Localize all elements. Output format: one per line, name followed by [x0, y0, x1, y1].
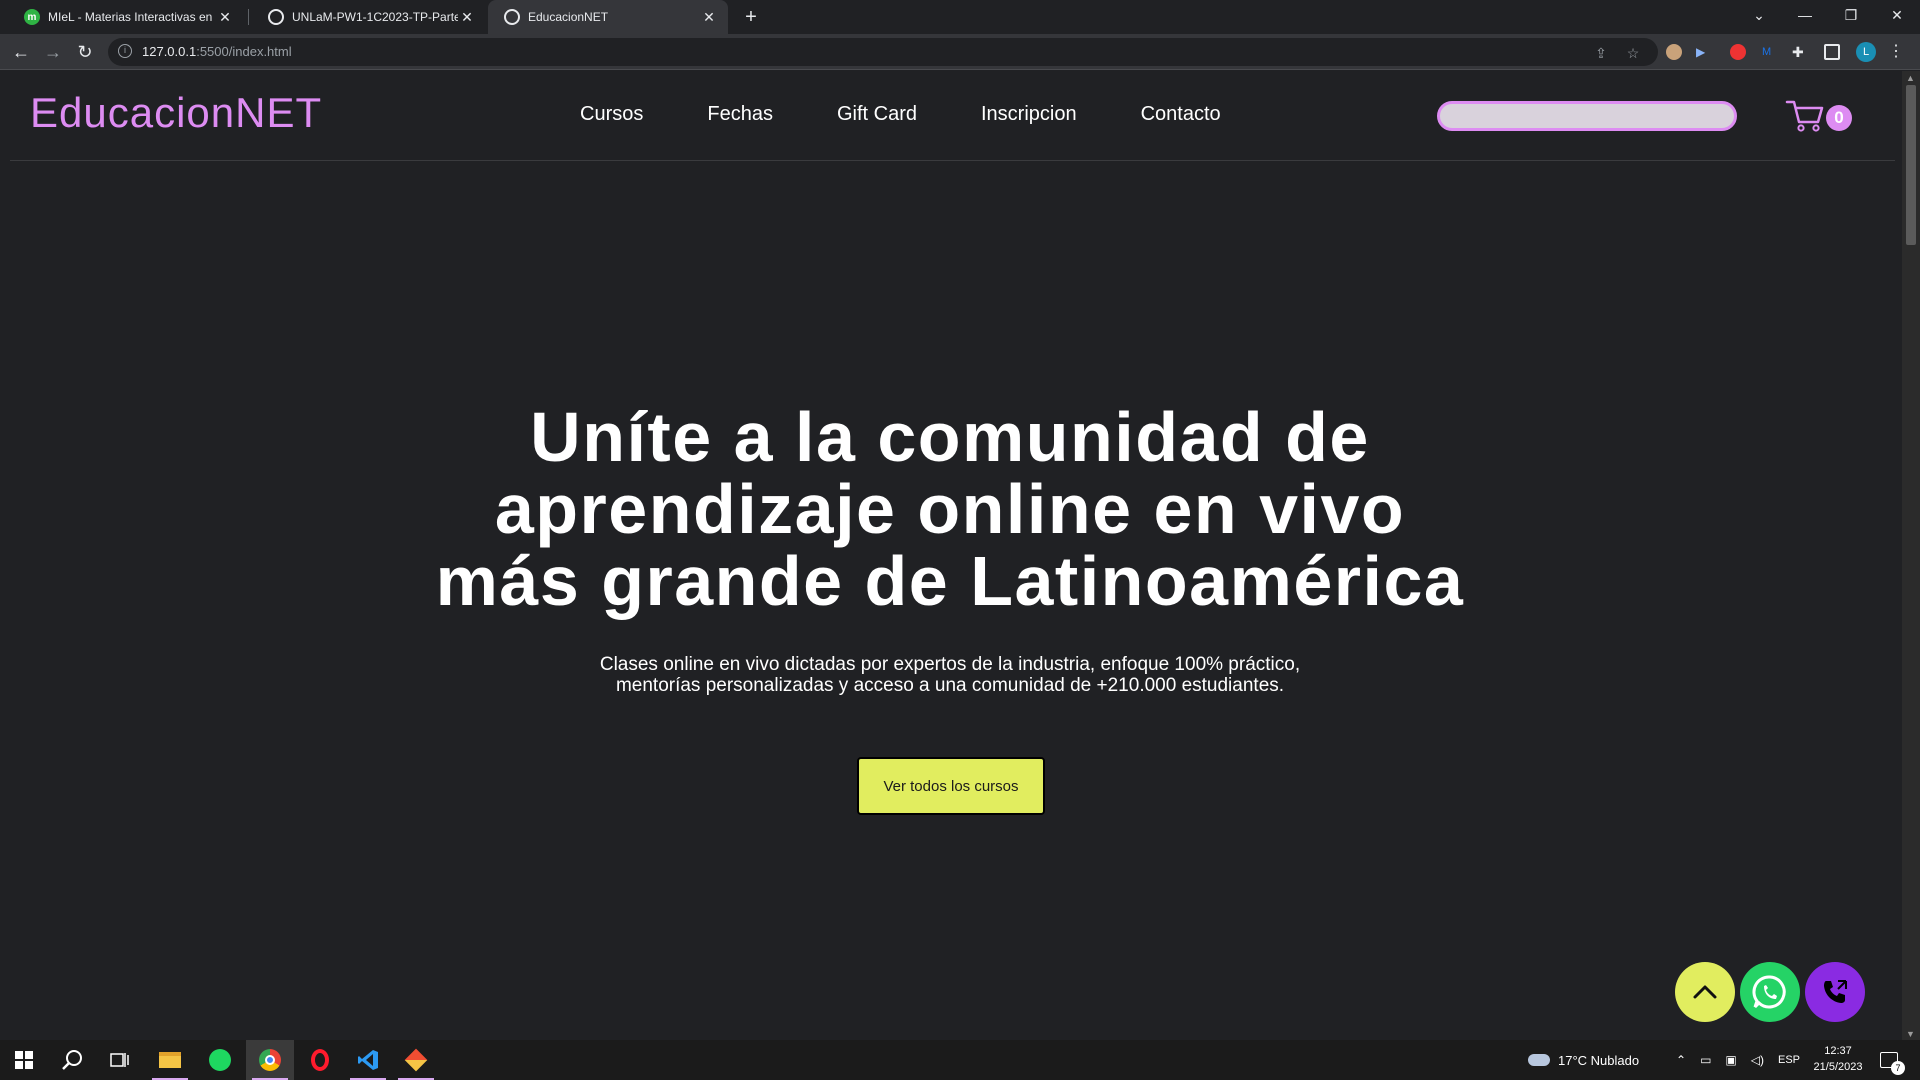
- nav-cursos[interactable]: Cursos: [580, 103, 643, 126]
- cart-count-badge: 0: [1826, 105, 1852, 131]
- volume-icon[interactable]: ◁): [1751, 1053, 1764, 1067]
- page-viewport: EducacionNET Cursos Fechas Gift Card Ins…: [0, 71, 1920, 1041]
- taskbar-spotify[interactable]: [196, 1040, 244, 1080]
- taskbar-opera[interactable]: [296, 1040, 344, 1080]
- tab-search-icon[interactable]: ⌄: [1736, 0, 1782, 34]
- chrome-icon: [259, 1049, 281, 1071]
- reload-button[interactable]: ↻: [72, 39, 98, 65]
- search-input[interactable]: [1437, 101, 1737, 131]
- search-icon: [62, 1050, 82, 1070]
- browser-menu-icon[interactable]: ⋮: [1888, 42, 1904, 62]
- vscode-icon: [358, 1050, 378, 1070]
- folder-icon: [159, 1052, 181, 1068]
- notification-icon: 7: [1880, 1052, 1905, 1075]
- cloud-icon: [1528, 1054, 1550, 1066]
- browser-tab-strip: m MIeL - Materias Interactivas en Lí ✕ U…: [0, 0, 1920, 34]
- miel-favicon-icon: m: [24, 9, 40, 25]
- minimize-button[interactable]: —: [1782, 0, 1828, 34]
- nav-contacto[interactable]: Contacto: [1141, 103, 1221, 126]
- tray-overflow-chevron-icon[interactable]: ⌃: [1676, 1053, 1686, 1067]
- scrollbar-thumb[interactable]: [1906, 85, 1916, 245]
- hero-title: Uníte a la comunidad de aprendizaje onli…: [435, 398, 1465, 620]
- taskbar-git-app[interactable]: [392, 1040, 440, 1080]
- address-bar[interactable]: i 127.0.0.1:5500/index.html ⇪ ☆: [108, 38, 1658, 66]
- view-all-courses-button[interactable]: Ver todos los cursos: [857, 757, 1045, 815]
- notifications-button[interactable]: 7: [1880, 1040, 1905, 1080]
- phone-icon: [1824, 980, 1847, 1003]
- system-tray: ⌃ ▭ ▣ ◁) ESP: [1676, 1040, 1800, 1080]
- hero-subtitle: Clases online en vivo dictadas por exper…: [560, 654, 1340, 696]
- cart-icon[interactable]: [1785, 98, 1825, 134]
- url-text: 127.0.0.1:5500/index.html: [142, 44, 292, 59]
- tab-miel[interactable]: m MIeL - Materias Interactivas en Lí ✕: [8, 0, 244, 34]
- share-icon[interactable]: ⇪: [1592, 44, 1610, 62]
- site-logo[interactable]: EducacionNET: [30, 89, 322, 137]
- scroll-up-arrow-icon[interactable]: ▲: [1906, 73, 1915, 83]
- language-indicator[interactable]: ESP: [1778, 1054, 1800, 1066]
- task-view-icon: [110, 1053, 129, 1067]
- side-panel-icon[interactable]: [1824, 44, 1840, 60]
- close-icon[interactable]: ✕: [216, 9, 234, 26]
- forward-button[interactable]: →: [40, 39, 66, 65]
- bookmark-star-icon[interactable]: ☆: [1624, 44, 1642, 62]
- globe-icon: [268, 9, 284, 25]
- close-window-button[interactable]: ✕: [1874, 0, 1920, 34]
- git-icon: [404, 1048, 428, 1072]
- hero-subtitle-line: Clases online en vivo dictadas por exper…: [599, 654, 1301, 675]
- site-info-icon[interactable]: i: [118, 44, 132, 58]
- notification-count: 7: [1891, 1061, 1905, 1075]
- nav-inscripcion[interactable]: Inscripcion: [981, 103, 1077, 126]
- tab-divider: [248, 9, 249, 25]
- call-button[interactable]: [1805, 962, 1865, 1022]
- meet-now-icon[interactable]: ▭: [1700, 1053, 1711, 1067]
- globe-icon: [504, 9, 520, 25]
- extension-record-icon[interactable]: [1730, 44, 1746, 60]
- start-button[interactable]: [0, 1040, 48, 1080]
- windows-taskbar: 17°C Nublado ⌃ ▭ ▣ ◁) ESP 12:37 21/5/202…: [0, 1040, 1920, 1080]
- extension-play-icon[interactable]: ▶: [1696, 44, 1712, 60]
- task-view-button[interactable]: [96, 1040, 144, 1080]
- extensions-puzzle-icon[interactable]: ✚: [1792, 44, 1808, 60]
- nav-gift-card[interactable]: Gift Card: [837, 103, 917, 126]
- close-icon[interactable]: ✕: [700, 9, 718, 26]
- whatsapp-button[interactable]: [1740, 962, 1800, 1022]
- scroll-top-button[interactable]: [1675, 962, 1735, 1022]
- windows-logo-icon: [15, 1051, 33, 1069]
- taskbar-file-explorer[interactable]: [146, 1040, 194, 1080]
- scroll-down-arrow-icon[interactable]: ▼: [1906, 1029, 1915, 1039]
- spotify-icon: [209, 1049, 231, 1071]
- opera-icon: [311, 1049, 329, 1071]
- extension-m-icon[interactable]: M: [1762, 44, 1778, 60]
- tab-title: MIeL - Materias Interactivas en Lí: [48, 10, 216, 24]
- clock-date: 21/5/2023: [1813, 1061, 1863, 1073]
- page-scrollbar[interactable]: ▲ ▼: [1902, 71, 1920, 1041]
- taskbar-vscode[interactable]: [344, 1040, 392, 1080]
- extension-cookie-icon[interactable]: [1666, 44, 1682, 60]
- main-nav: Cursos Fechas Gift Card Inscripcion Cont…: [580, 103, 1285, 126]
- clock-time: 12:37: [1824, 1045, 1852, 1057]
- profile-avatar[interactable]: L: [1856, 42, 1876, 62]
- close-icon[interactable]: ✕: [458, 9, 476, 26]
- site-header: EducacionNET Cursos Fechas Gift Card Ins…: [10, 71, 1895, 161]
- nav-fechas[interactable]: Fechas: [707, 103, 773, 126]
- whatsapp-icon: [1752, 975, 1786, 1009]
- taskbar-chrome[interactable]: [246, 1040, 294, 1080]
- back-button[interactable]: ←: [8, 39, 34, 65]
- restore-button[interactable]: ❐: [1828, 0, 1874, 34]
- tab-title: UNLaM-PW1-1C2023-TP-Parte1.: [292, 10, 458, 24]
- taskbar-clock[interactable]: 12:37 21/5/2023: [1808, 1043, 1868, 1075]
- weather-widget[interactable]: 17°C Nublado: [1528, 1040, 1639, 1080]
- tab-unlam[interactable]: UNLaM-PW1-1C2023-TP-Parte1. ✕: [252, 0, 486, 34]
- hero-subtitle-line: mentorías personalizadas y acceso a una …: [615, 675, 1285, 696]
- weather-text: 17°C Nublado: [1558, 1052, 1640, 1068]
- tab-title: EducacionNET: [528, 10, 609, 24]
- new-tab-button[interactable]: +: [738, 4, 764, 30]
- chevron-up-icon: [1693, 985, 1717, 999]
- browser-toolbar: ← → ↻ i 127.0.0.1:5500/index.html ⇪ ☆ ▶ …: [0, 34, 1920, 70]
- tab-educacionnet[interactable]: EducacionNET ✕: [488, 0, 728, 34]
- network-icon[interactable]: ▣: [1725, 1053, 1736, 1067]
- search-button[interactable]: [48, 1040, 96, 1080]
